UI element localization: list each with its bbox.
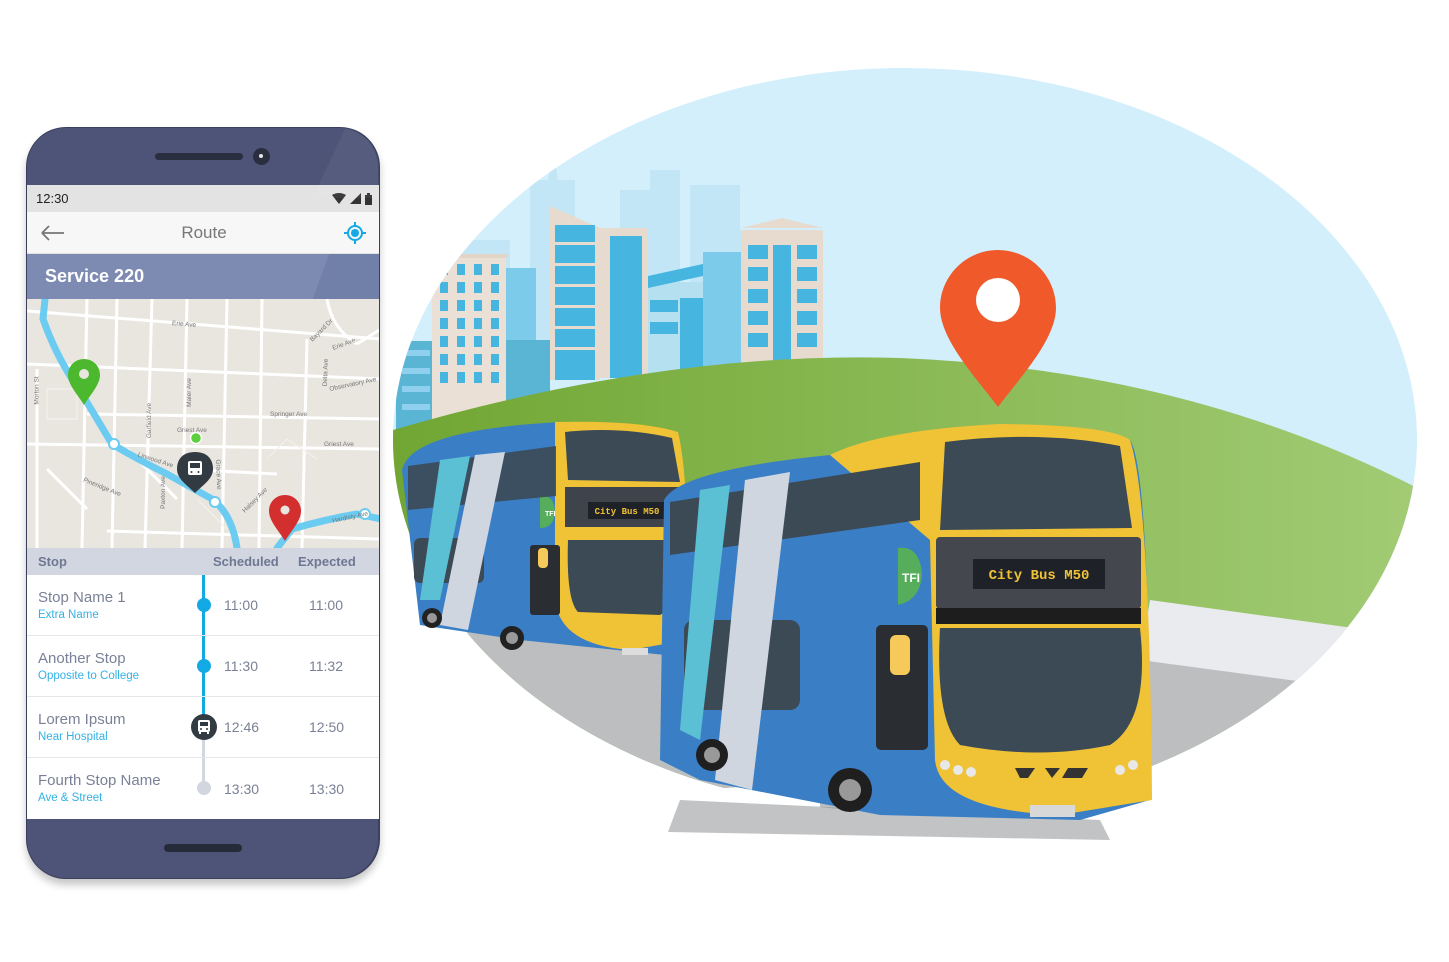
timeline-node-passed	[197, 598, 211, 612]
back-button[interactable]	[39, 219, 67, 247]
signal-icon	[350, 193, 361, 204]
service-title: Service 220	[45, 266, 145, 286]
destination-pin-icon	[269, 495, 301, 541]
status-time: 12:30	[36, 191, 69, 206]
svg-text:TFI: TFI	[545, 511, 556, 518]
timeline-node-current	[191, 714, 217, 740]
gps-locate-icon	[344, 221, 366, 244]
stop-subtitle: Ave & Street	[38, 792, 103, 804]
stop-subtitle: Extra Name	[38, 608, 99, 621]
street-label: Maier Ave	[185, 378, 193, 407]
header-expected: Expected	[298, 554, 356, 569]
phone-mockup: 12:30 Route Service 220 Erie Ave Bayard …	[26, 127, 380, 879]
street-label: Morton St	[33, 376, 41, 405]
stop-name: Stop Name 1	[38, 588, 126, 606]
expected-time: 12:50	[309, 719, 345, 735]
street-label: Delta Ave	[321, 358, 330, 387]
stop-name: Fourth Stop Name	[38, 772, 161, 789]
scheduled-time: 13:30	[224, 780, 260, 797]
user-location-dot	[189, 431, 203, 445]
service-header: Service 220	[27, 254, 379, 299]
arrow-left-icon	[41, 224, 64, 241]
timeline-node-passed	[197, 659, 211, 673]
stop-row[interactable]: Another Stop Opposite to College 11:30 1…	[27, 636, 379, 697]
timeline-node-upcoming	[197, 781, 211, 795]
stop-row[interactable]: Stop Name 1 Extra Name 11:00 11:00	[27, 575, 379, 636]
stop-row[interactable]: Lorem Ipsum Near Hospital 12:46 12:50	[27, 697, 379, 758]
app-bar: Route	[27, 212, 379, 254]
stops-list: Stop Name 1 Extra Name 11:00 11:00 Anoth…	[27, 575, 379, 819]
route-map[interactable]: Erie Ave Bayard Dr Erie Ave Observatory …	[27, 299, 379, 548]
street-label: Paxton Ave	[159, 476, 167, 509]
street-label: Garfield Ave	[146, 402, 154, 439]
stops-table-header: Stop Scheduled Expected	[27, 548, 379, 575]
bus-icon	[198, 720, 210, 734]
header-stop: Stop	[38, 554, 67, 569]
locate-button[interactable]	[341, 219, 369, 247]
street-label: Griest Ave	[177, 427, 207, 434]
wifi-icon	[332, 193, 346, 204]
street-label: Springer Ave	[270, 411, 308, 418]
scheduled-time: 12:46	[224, 719, 260, 735]
street-label: Grace Ave	[214, 459, 223, 490]
stop-name: Lorem Ipsum	[38, 710, 126, 728]
front-bus: City Bus M50 TFI	[660, 424, 1152, 840]
page-title: Route	[181, 222, 227, 242]
expected-time: 13:30	[309, 780, 345, 797]
stop-name: Another Stop	[38, 649, 126, 667]
phone-speaker	[155, 153, 243, 160]
stop-row[interactable]: Fourth Stop Name Ave & Street 13:30 13:3…	[27, 758, 379, 819]
phone-screen: 12:30 Route Service 220 Erie Ave Bayard …	[27, 185, 379, 819]
front-bus-destination-sign: City Bus M50	[989, 568, 1090, 584]
rear-bus-destination-sign: City Bus M50	[595, 507, 660, 517]
status-bar: 12:30	[27, 185, 379, 212]
map-streets	[27, 299, 379, 548]
bus-logo: TFI	[902, 571, 920, 585]
rear-bus: City Bus M50 TFI	[402, 421, 689, 655]
phone-camera	[253, 148, 270, 165]
header-scheduled: Scheduled	[213, 554, 279, 569]
expected-time: 11:00	[309, 597, 343, 613]
scheduled-time: 11:30	[224, 658, 258, 674]
stop-subtitle: Near Hospital	[38, 730, 108, 743]
expected-time: 11:32	[309, 658, 343, 674]
start-pin-icon	[68, 359, 100, 405]
phone-home-bar	[164, 844, 242, 852]
battery-icon	[365, 192, 372, 205]
street-label: Griest Ave	[324, 441, 354, 448]
map-canvas	[27, 299, 379, 548]
stop-subtitle: Opposite to College	[38, 669, 140, 682]
scheduled-time: 11:00	[224, 597, 258, 613]
